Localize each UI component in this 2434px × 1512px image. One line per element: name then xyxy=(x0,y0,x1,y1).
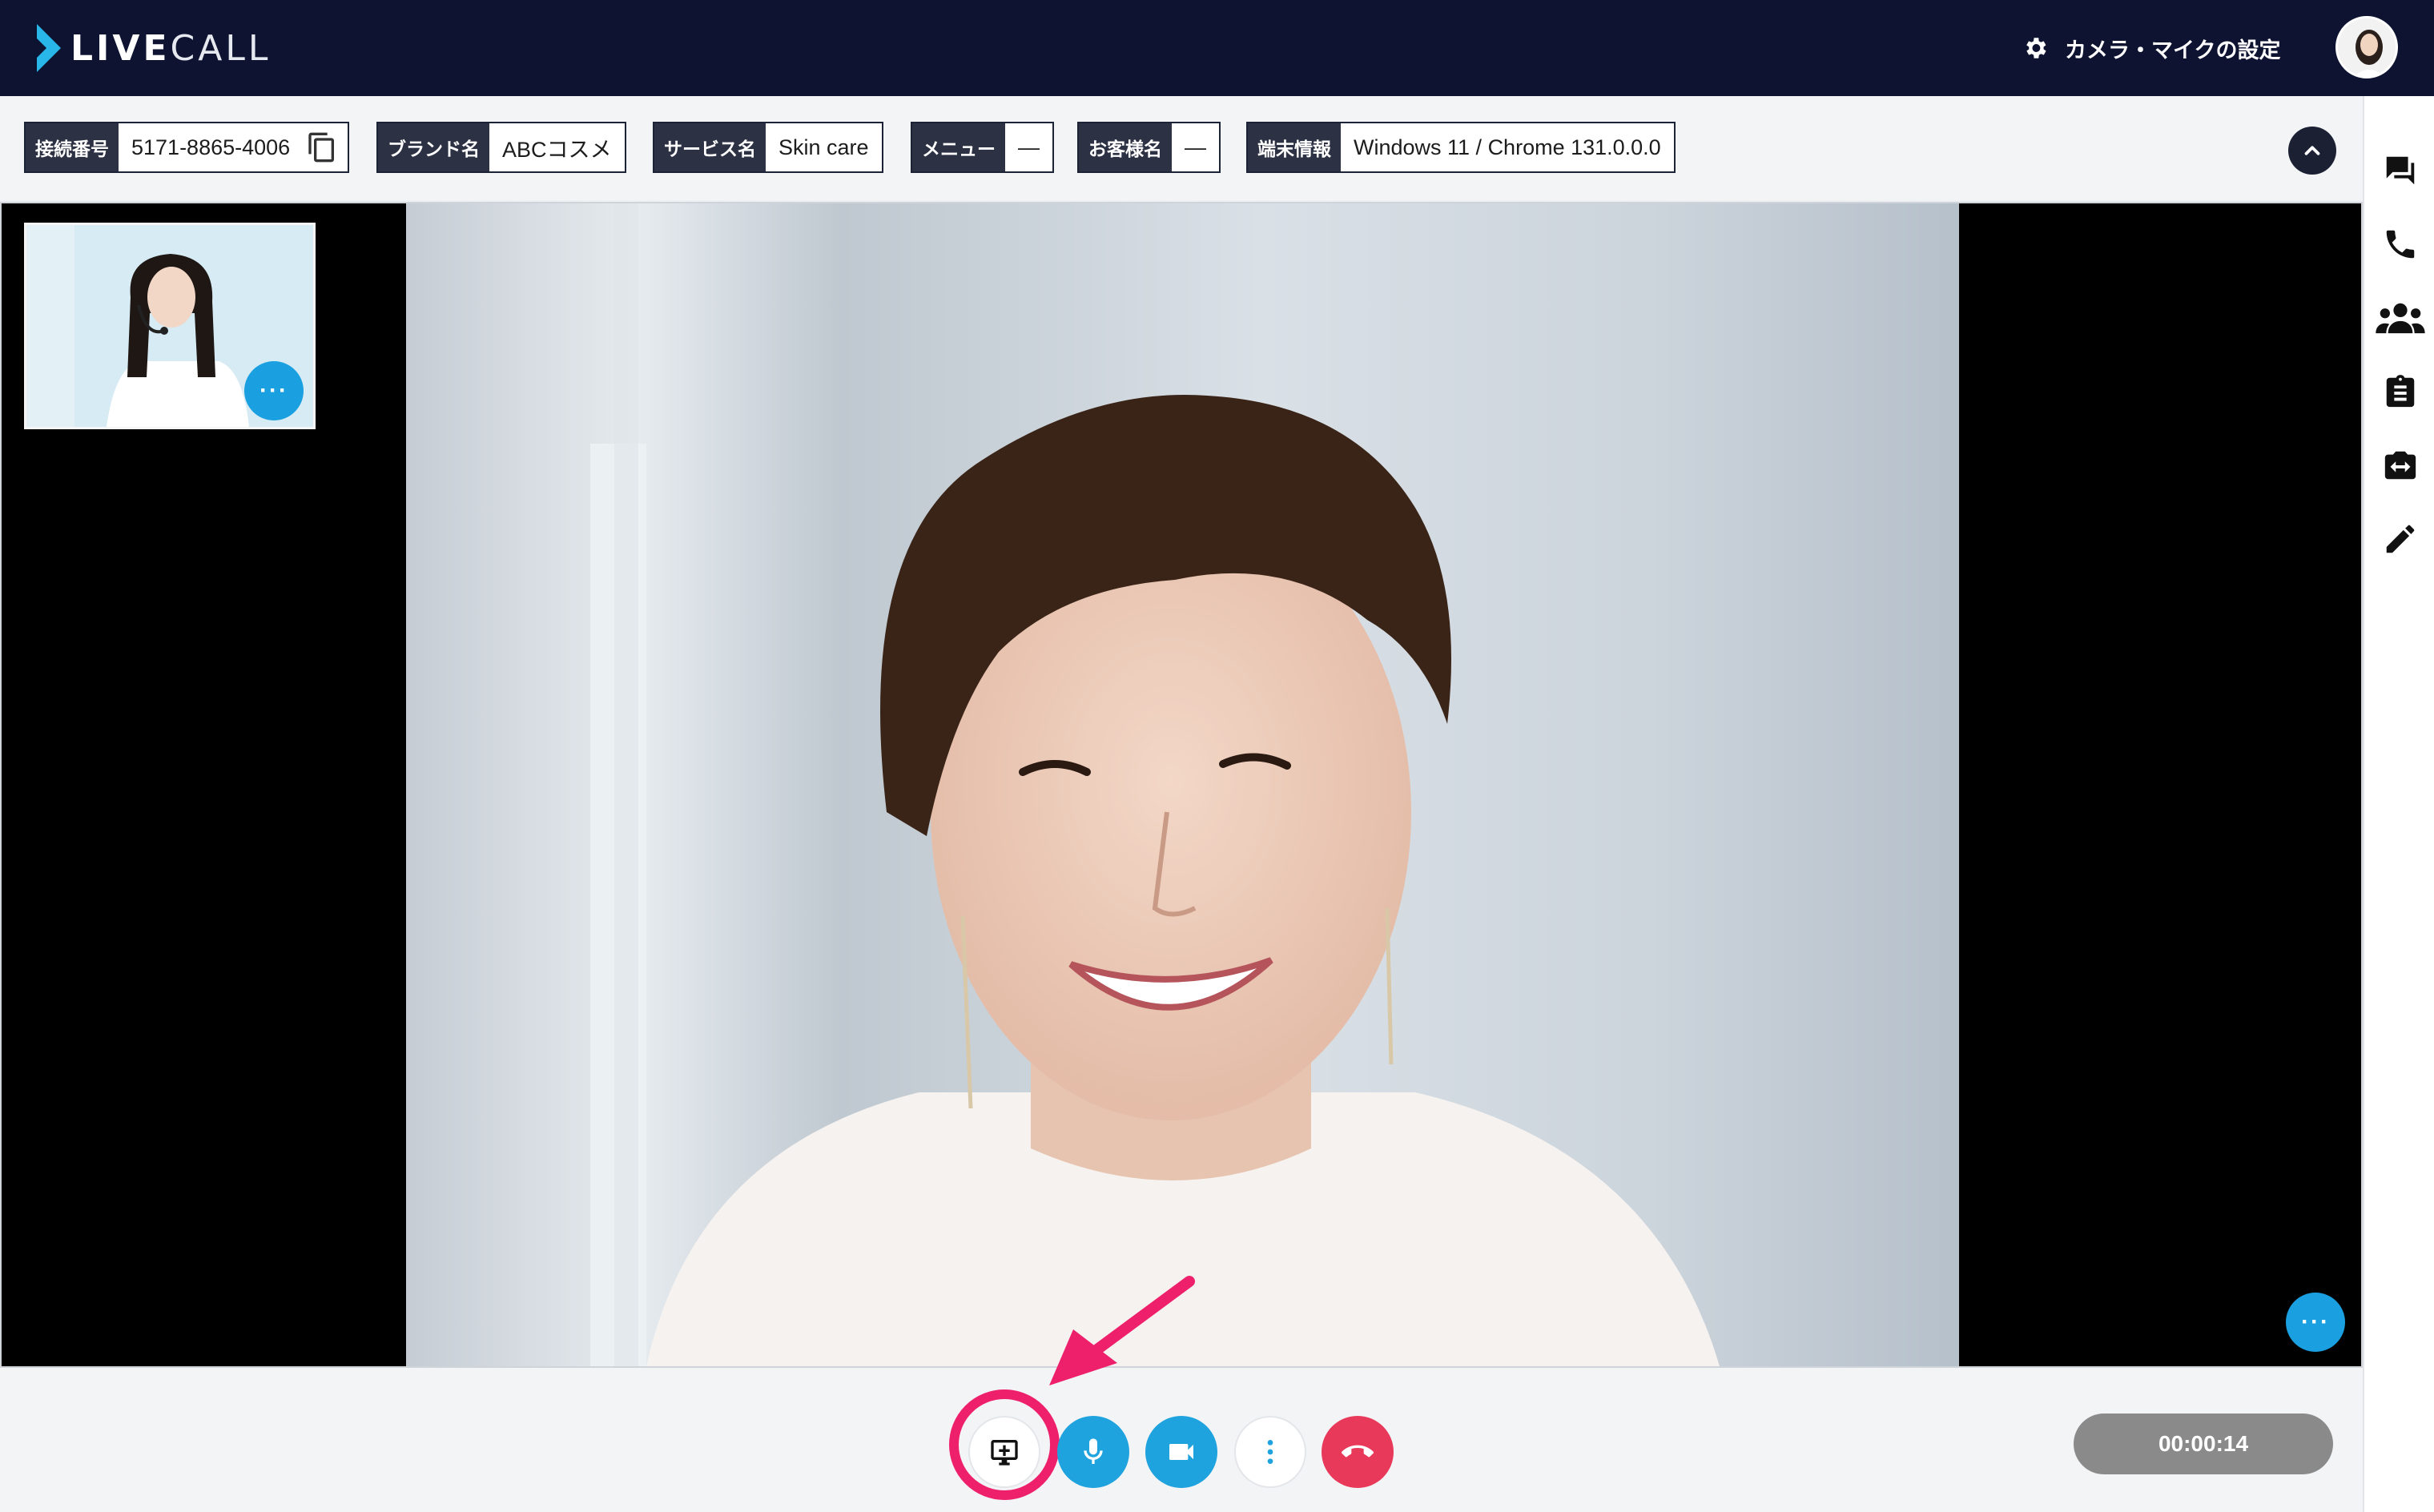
pencil-icon[interactable] xyxy=(2382,521,2419,557)
main-video-more-button[interactable]: ··· xyxy=(2286,1293,2345,1352)
brand-value: ABCコスメ xyxy=(502,137,612,162)
menu-chip: メニュー — xyxy=(911,122,1054,173)
self-view-thumbnail[interactable]: ··· xyxy=(24,223,316,429)
chevron-up-icon xyxy=(2304,146,2320,155)
video-camera-icon xyxy=(1169,1444,1193,1460)
gear-icon xyxy=(2026,38,2046,58)
group-icon[interactable] xyxy=(2376,300,2425,336)
video-camera-button[interactable] xyxy=(1145,1416,1217,1488)
thumbnail-more-button[interactable]: ··· xyxy=(244,361,304,420)
camera-switch-icon[interactable] xyxy=(2382,447,2419,484)
service-chip: サービス名 Skin care xyxy=(653,122,883,173)
brand-label: ブランド名 xyxy=(378,123,489,171)
customer-label: お客様名 xyxy=(1079,123,1172,171)
annotation-arrow-icon xyxy=(1049,1276,1195,1385)
connection-number-label: 接続番号 xyxy=(26,123,119,171)
customer-video-image xyxy=(406,203,1959,1366)
customer-chip: お客様名 — xyxy=(1077,122,1221,173)
collapse-info-button[interactable] xyxy=(2288,127,2336,175)
microphone-icon xyxy=(1084,1438,1103,1464)
avatar-person-icon xyxy=(2338,18,2396,76)
microphone-button[interactable] xyxy=(1057,1416,1129,1488)
livecall-logo: LIVECALL xyxy=(35,22,271,74)
connection-number-value: 5171-8865-4006 xyxy=(131,135,291,159)
chat-icon[interactable] xyxy=(2382,152,2419,189)
call-info-bar: 接続番号 5171-8865-4006 ブランド名 ABCコスメ サービス名 S… xyxy=(0,96,2363,200)
service-value: Skin care xyxy=(778,135,869,159)
settings-label: カメラ・マイクの設定 xyxy=(2065,38,2281,62)
service-label: サービス名 xyxy=(654,123,766,171)
customer-value: — xyxy=(1185,135,1206,159)
screen-share-icon xyxy=(991,1440,1018,1466)
more-options-button[interactable] xyxy=(1234,1416,1306,1488)
connection-number-chip: 接続番号 5171-8865-4006 xyxy=(24,122,350,173)
app-header: LIVECALL カメラ・マイクの設定 xyxy=(0,0,2434,96)
hang-up-icon xyxy=(1342,1445,1374,1458)
more-vertical-icon xyxy=(1267,1440,1273,1464)
logo-text: LIVECALL xyxy=(70,27,272,69)
customer-video-feed xyxy=(406,203,1959,1366)
phone-icon[interactable] xyxy=(2382,226,2419,263)
logo-mark-icon xyxy=(37,24,61,72)
user-avatar[interactable] xyxy=(2335,16,2398,78)
screen-share-button[interactable] xyxy=(968,1416,1040,1488)
right-toolbar xyxy=(2363,96,2434,1512)
device-info-chip: 端末情報 Windows 11 / Chrome 131.0.0.0 xyxy=(1246,122,1676,173)
end-call-button[interactable] xyxy=(1322,1416,1394,1488)
video-stage: ··· ··· xyxy=(0,202,2363,1368)
camera-mic-settings-button[interactable]: カメラ・マイクの設定 xyxy=(2022,27,2280,69)
menu-label: メニュー xyxy=(912,123,1005,171)
device-info-value: Windows 11 / Chrome 131.0.0.0 xyxy=(1354,135,1661,159)
device-info-label: 端末情報 xyxy=(1248,123,1341,171)
menu-value: — xyxy=(1018,135,1040,159)
brand-chip: ブランド名 ABCコスメ xyxy=(376,122,626,173)
copy-icon[interactable] xyxy=(306,131,338,163)
call-timer: 00:00:14 xyxy=(2074,1413,2333,1474)
clipboard-icon[interactable] xyxy=(2382,373,2419,410)
